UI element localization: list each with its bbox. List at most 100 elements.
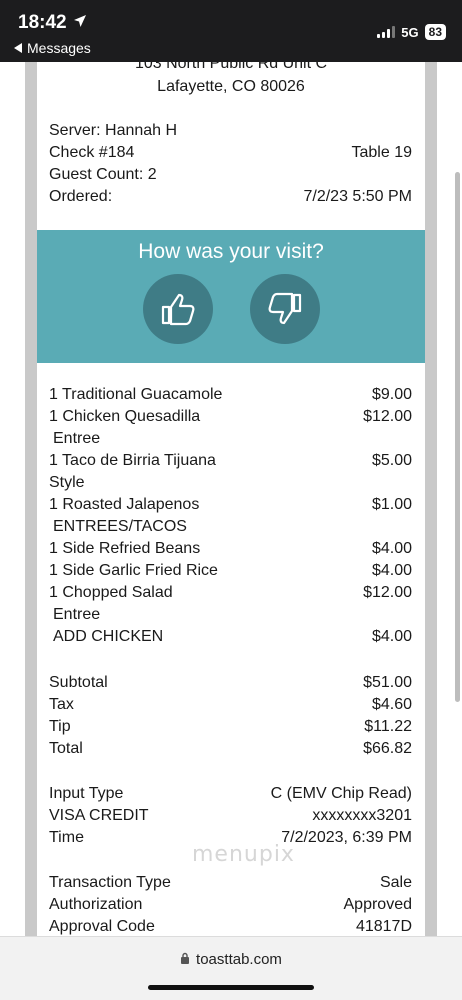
- item-name: 1 Taco de Birria Tijuana: [49, 452, 216, 469]
- address-line-1: 103 North Public Rd Unit C: [134, 62, 328, 72]
- url-display[interactable]: toasttab.com: [0, 951, 462, 968]
- ordered-label: Ordered:: [49, 188, 113, 205]
- web-page: 103 North Public Rd Unit C Lafayette, CO…: [0, 62, 462, 936]
- input-type-value: C (EMV Chip Read): [270, 785, 412, 802]
- server-row: Server: Hannah H: [49, 122, 412, 144]
- clock-time: 18:42: [18, 12, 67, 33]
- approval-code-label: Approval Code: [49, 918, 155, 935]
- item-name: 1 Side Refried Beans: [49, 540, 201, 557]
- transaction-type-label: Transaction Type: [49, 874, 171, 891]
- server-name: Server: Hannah H: [49, 122, 178, 139]
- guest-count-row: Guest Count: 2: [49, 166, 412, 188]
- tax-label: Tax: [49, 696, 74, 713]
- item-price: $12.00: [363, 408, 412, 425]
- table-number: Table 19: [351, 144, 413, 161]
- tip-value: $11.22: [364, 718, 412, 735]
- item-name: Style: [49, 474, 85, 491]
- subtotal-row: Subtotal $51.00: [49, 674, 412, 696]
- tip-label: Tip: [49, 718, 71, 735]
- tax-value: $4.60: [371, 696, 412, 713]
- item-name: 1 Side Garlic Fried Rice: [49, 562, 218, 579]
- browser-address-bar[interactable]: toasttab.com: [0, 936, 462, 1000]
- thumbs-down-icon: [268, 292, 302, 325]
- item-price: $1.00: [371, 496, 412, 513]
- item-price: $4.00: [371, 562, 412, 579]
- item-name: 1 Traditional Guacamole: [49, 386, 223, 403]
- line-item: 1 Traditional Guacamole $9.00: [49, 386, 412, 408]
- home-indicator[interactable]: [148, 985, 314, 990]
- line-item-modifier: ADD CHICKEN $4.00: [49, 628, 412, 650]
- item-name: ADD CHICKEN: [53, 628, 164, 645]
- network-type: 5G: [401, 24, 419, 40]
- ordered-value: 7/2/23 5:50 PM: [303, 188, 412, 205]
- total-row: Total $66.82: [49, 740, 412, 762]
- line-item: 1 Side Garlic Fried Rice $4.00: [49, 562, 412, 584]
- status-bar: 18:42 Messages 5G 83: [0, 0, 462, 62]
- line-item-modifier: ENTREES/TACOS: [49, 518, 412, 540]
- battery-level: 83: [428, 25, 442, 39]
- thumbs-up-button[interactable]: [143, 274, 213, 344]
- guest-count: Guest Count: 2: [49, 166, 157, 183]
- line-item: 1 Chicken Quesadilla $12.00: [49, 408, 412, 430]
- line-item: 1 Chopped Salad $12.00: [49, 584, 412, 606]
- item-name: 1 Roasted Jalapenos: [49, 496, 200, 513]
- feedback-title: How was your visit?: [138, 240, 324, 263]
- total-value: $66.82: [363, 740, 412, 757]
- lock-icon: [180, 951, 190, 968]
- subtotal-label: Subtotal: [49, 674, 108, 691]
- payment-time-value: 7/2/2023, 6:39 PM: [281, 829, 412, 846]
- approval-code-row: Approval Code 41817D: [49, 918, 412, 936]
- item-name: Entree: [53, 430, 101, 447]
- input-type-label: Input Type: [49, 785, 124, 802]
- input-type-row: Input Type C (EMV Chip Read): [49, 785, 412, 807]
- authorization-value: Approved: [343, 896, 413, 913]
- clock: 18:42: [18, 12, 87, 34]
- back-triangle-icon: [14, 40, 23, 56]
- item-price: $4.00: [371, 628, 412, 645]
- line-item-continuation: Style: [49, 474, 412, 496]
- item-name: 1 Chopped Salad: [49, 584, 173, 601]
- cellular-signal-icon: [377, 26, 396, 38]
- payment-time-label: Time: [49, 829, 84, 846]
- authorization-row: Authorization Approved: [49, 896, 412, 918]
- card-type: VISA CREDIT: [49, 807, 149, 824]
- card-row: VISA CREDIT xxxxxxxx3201: [49, 807, 412, 829]
- approval-code-value: 41817D: [355, 918, 412, 935]
- address-line-2: Lafayette, CO 80026: [157, 78, 305, 95]
- ordered-row: Ordered: 7/2/23 5:50 PM: [49, 188, 412, 210]
- tip-row: Tip $11.22: [49, 718, 412, 740]
- location-arrow-icon: [73, 12, 87, 34]
- url-text: toasttab.com: [196, 951, 282, 968]
- item-price: $4.00: [371, 540, 412, 557]
- feedback-panel: How was your visit?: [37, 230, 425, 363]
- line-item: 1 Roasted Jalapenos $1.00: [49, 496, 412, 518]
- tax-row: Tax $4.60: [49, 696, 412, 718]
- watermark: menupix: [192, 842, 295, 867]
- page-scrollbar[interactable]: [455, 172, 460, 702]
- status-indicators: 5G 83: [377, 24, 446, 40]
- transaction-type-row: Transaction Type Sale: [49, 874, 412, 896]
- line-item-modifier: Entree: [49, 606, 412, 628]
- card-number: xxxxxxxx3201: [312, 807, 412, 824]
- subtotal-value: $51.00: [363, 674, 412, 691]
- item-price: $5.00: [371, 452, 412, 469]
- thumbs-down-button[interactable]: [250, 274, 320, 344]
- check-number: Check #184: [49, 144, 135, 161]
- back-label: Messages: [27, 40, 91, 56]
- line-item: 1 Taco de Birria Tijuana $5.00: [49, 452, 412, 474]
- check-row: Check #184 Table 19: [49, 144, 412, 166]
- item-price: $12.00: [363, 584, 412, 601]
- battery-icon: 83: [424, 24, 446, 40]
- line-item: 1 Side Refried Beans $4.00: [49, 540, 412, 562]
- item-name: 1 Chicken Quesadilla: [49, 408, 201, 425]
- item-price: $9.00: [371, 386, 412, 403]
- thumbs-up-icon: [161, 293, 195, 326]
- transaction-type-value: Sale: [379, 874, 412, 891]
- back-to-messages-link[interactable]: Messages: [14, 40, 91, 56]
- item-name: ENTREES/TACOS: [53, 518, 187, 535]
- line-item-modifier: Entree: [49, 430, 412, 452]
- receipt: 103 North Public Rd Unit C Lafayette, CO…: [37, 62, 425, 936]
- item-name: Entree: [53, 606, 101, 623]
- total-label: Total: [49, 740, 83, 757]
- authorization-label: Authorization: [49, 896, 143, 913]
